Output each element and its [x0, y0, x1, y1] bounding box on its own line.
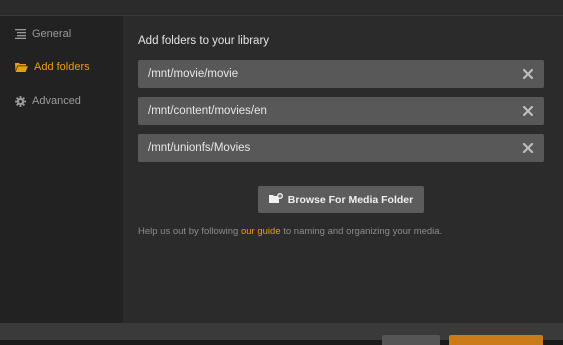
browse-button-label: Browse For Media Folder [287, 193, 414, 206]
guide-link[interactable]: our guide [241, 226, 281, 237]
folder-path[interactable]: /mnt/unionfs/Movies [148, 142, 522, 154]
close-icon [523, 106, 533, 116]
sidebar: General Add folders Advanced [0, 16, 123, 323]
folder-path[interactable]: /mnt/content/movies/en [148, 105, 522, 117]
section-heading: Add folders to your library [138, 35, 270, 47]
close-icon [523, 69, 533, 79]
browse-media-folder-button[interactable]: Browse For Media Folder [258, 186, 424, 213]
sidebar-item-add-folders[interactable]: Add folders [15, 58, 90, 76]
help-text-after: to naming and organizing your media. [280, 226, 443, 237]
remove-folder-button[interactable] [522, 142, 534, 154]
sidebar-item-label: Add folders [34, 61, 90, 73]
help-text-before: Help us out by following [138, 226, 241, 237]
folder-path[interactable]: /mnt/movie/movie [148, 68, 522, 80]
sidebar-item-label: Advanced [32, 95, 81, 107]
close-icon [523, 143, 533, 153]
folder-icon [15, 62, 28, 72]
sidebar-item-advanced[interactable]: Advanced [15, 92, 81, 110]
remove-folder-button[interactable] [522, 68, 534, 80]
main-panel: Add folders to your library /mnt/movie/m… [123, 16, 563, 323]
footer-bar [0, 323, 563, 345]
folder-row: /mnt/unionfs/Movies [138, 134, 544, 162]
back-button[interactable] [382, 335, 440, 345]
top-bar [0, 0, 563, 16]
sidebar-item-label: General [32, 28, 72, 40]
gear-icon [15, 95, 26, 107]
list-icon [15, 29, 26, 39]
folder-row: /mnt/content/movies/en [138, 97, 544, 125]
folder-row: /mnt/movie/movie [138, 60, 544, 88]
help-text: Help us out by following our guide to na… [138, 226, 442, 237]
remove-folder-button[interactable] [522, 105, 534, 117]
next-button[interactable] [449, 335, 543, 345]
add-folder-icon [268, 192, 283, 207]
sidebar-item-general[interactable]: General [15, 25, 71, 43]
